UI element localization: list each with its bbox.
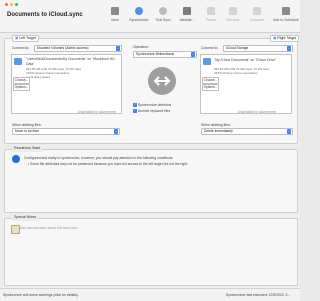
sync-deletions-checkbox[interactable]: ✓	[133, 102, 137, 107]
add-to-schedule-button[interactable]: Add to Schedule	[272, 7, 300, 22]
archive-replaced-label: Archive replaced files	[138, 109, 171, 113]
icloud-folder-icon	[203, 58, 211, 65]
chevron-down-icon: ⌄	[287, 46, 291, 51]
left-connect-label: Connect to:	[12, 46, 30, 50]
trial-sync-label: Trial Sync	[155, 18, 171, 22]
resume-icon	[229, 7, 237, 15]
left-connect-value: Mounted Volumes (Admin access)	[37, 46, 89, 50]
save-icon	[111, 7, 119, 15]
trial-sync-icon	[159, 7, 167, 15]
notes-icon	[11, 225, 20, 234]
sync-direction-icon[interactable]	[148, 67, 176, 95]
right-deleting-select[interactable]: Delete immediately ⌄	[201, 128, 293, 135]
add-to-schedule-label: Add to Schedule	[273, 18, 299, 22]
readiness-message: Configured and ready to synchronize, how…	[24, 156, 174, 160]
compare-label: Compare	[249, 18, 265, 22]
chevron-down-icon: ⌄	[116, 46, 120, 51]
chevron-down-icon: ⌄	[191, 52, 195, 57]
schedule-icon	[282, 7, 290, 15]
right-choose-button[interactable]: Choose...	[202, 77, 219, 84]
left-detail-3: Local disk present	[26, 75, 51, 79]
validate-button[interactable]: Validate...	[176, 7, 198, 22]
app-window: Documents to iCloud.sync Save Synchroniz…	[0, 0, 300, 301]
pause-label: Pause	[206, 18, 216, 22]
right-drag-hint: Drag folder or volume here	[238, 110, 276, 114]
tab-left-target[interactable]: ▣ Left Target	[12, 35, 39, 42]
minimize-window-icon[interactable]	[10, 3, 13, 6]
left-drag-hint: Drag folder or volume here	[78, 110, 116, 114]
validate-label: Validate...	[179, 18, 195, 22]
left-target-path: "Users/Nick/Documents/My Documents" on "…	[26, 57, 117, 66]
left-choose-button[interactable]: Choose...	[13, 77, 30, 84]
save-label: Save	[111, 18, 119, 22]
readiness-title: Readiness State	[12, 146, 43, 152]
left-connect-select[interactable]: Mounted Volumes (Admin access) ⌄	[34, 45, 122, 52]
right-target-details: 994.66 GB (236.73 GB used, 76.0% free) A…	[214, 67, 269, 75]
resume-button[interactable]: Resume	[222, 7, 244, 22]
right-deleting-label: When deleting files:	[201, 123, 231, 127]
left-deleting-select[interactable]: Move to Archive ⌄	[12, 128, 120, 135]
readiness-bullet: • Some file attributes may not be preser…	[28, 162, 189, 166]
sync-deletions-label: Synchronize deletions	[138, 103, 172, 107]
readiness-bullet-text: Some file attributes may not be preserve…	[30, 162, 189, 166]
trial-sync-button[interactable]: Trial Sync	[152, 7, 174, 22]
status-bar: Synchronize with some warnings (click fo…	[0, 288, 300, 301]
chevron-down-icon: ⌄	[114, 129, 118, 134]
right-connect-select[interactable]: iCloud Storage ⌄	[223, 45, 293, 52]
right-detail-2: APFS Volume (Case Insensitive)	[214, 71, 258, 75]
resume-label: Resume	[226, 18, 240, 22]
left-deleting-value: Move to Archive	[15, 129, 40, 133]
archive-replaced-checkbox[interactable]: ✓	[133, 108, 137, 113]
zoom-window-icon[interactable]	[15, 3, 18, 6]
right-options-button[interactable]: Options...	[202, 84, 219, 91]
operation-select[interactable]: Synchronize Bidirectional ⌄	[133, 51, 197, 58]
special-notes-title: Special Notes	[12, 215, 39, 221]
left-options-button[interactable]: Options...	[13, 84, 30, 91]
warning-icon	[12, 155, 20, 163]
right-deleting-value: Delete immediately	[204, 129, 233, 133]
special-notes-input[interactable]: Add special notes about this task here..…	[20, 226, 80, 230]
close-window-icon[interactable]	[5, 3, 8, 6]
left-target-details: 994.66 GB (236.73 GB used, 76.0% free) A…	[26, 67, 81, 79]
compare-icon	[253, 7, 261, 15]
right-connect-label: Connect to:	[201, 46, 219, 50]
operation-label: Operation:	[133, 45, 149, 49]
tab-right-target[interactable]: ▣ Right Target	[270, 35, 300, 42]
validate-icon	[183, 7, 191, 15]
pause-icon	[207, 7, 215, 15]
chevron-down-icon: ⌄	[287, 129, 291, 134]
synchronize-label: Synchronize	[129, 18, 149, 22]
tab-left-target-label: Left Target	[19, 36, 36, 40]
right-target-path: "My iCloud Documents" on "iCloud Drive"	[214, 58, 277, 62]
pause-button[interactable]: Pause	[200, 7, 222, 22]
synchronize-button[interactable]: Synchronize	[128, 7, 150, 22]
status-last-executed: Synchronizer last executed: 12/9/2023, 3…	[226, 293, 291, 297]
operation-value: Synchronize Bidirectional	[136, 52, 175, 56]
right-connect-value: iCloud Storage	[226, 46, 249, 50]
left-deleting-label: When deleting files:	[12, 123, 42, 127]
tab-right-target-label: Right Target	[277, 36, 297, 40]
window-title: Documents to iCloud.sync	[7, 12, 83, 18]
toolbar: Documents to iCloud.sync Save Synchroniz…	[0, 0, 300, 33]
status-message[interactable]: Synchronize with some warnings (click fo…	[3, 293, 79, 297]
save-button[interactable]: Save	[104, 7, 126, 22]
compare-button[interactable]: Compare	[246, 7, 268, 22]
folder-icon	[14, 58, 22, 65]
synchronize-icon	[135, 7, 143, 15]
